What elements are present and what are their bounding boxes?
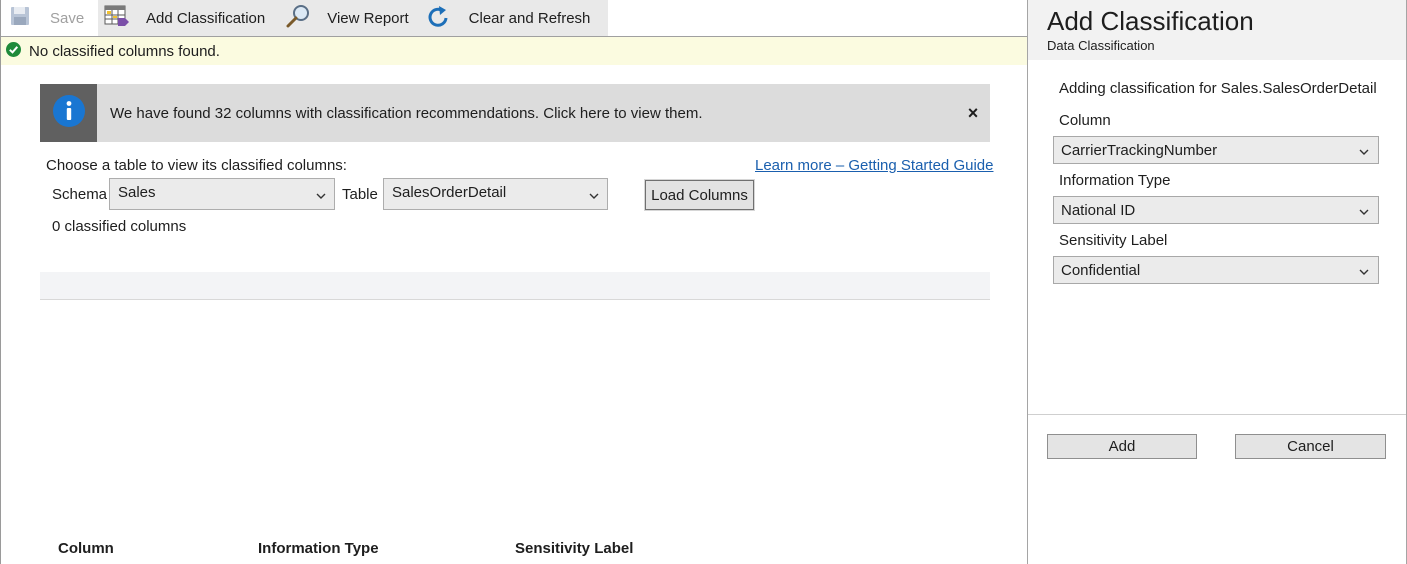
panel-header: Add Classification Data Classification — [1028, 0, 1406, 60]
add-classification-panel: Add Classification Data Classification A… — [1027, 0, 1407, 564]
clear-and-refresh-button[interactable]: Clear and Refresh — [409, 0, 591, 36]
add-button[interactable]: Add — [1047, 434, 1197, 459]
chevron-down-icon — [1359, 263, 1369, 280]
chevron-down-icon — [1359, 203, 1369, 220]
magnifier-icon — [285, 3, 311, 33]
schema-dropdown[interactable]: Sales — [109, 178, 335, 210]
clear-and-refresh-label: Clear and Refresh — [468, 9, 591, 27]
information-type-dropdown[interactable]: National ID — [1053, 196, 1379, 224]
adding-classification-text: Adding classification for Sales.SalesOrd… — [1059, 80, 1377, 97]
load-columns-button[interactable]: Load Columns — [644, 179, 755, 211]
sensitivity-label-label: Sensitivity Label — [1059, 232, 1168, 249]
save-label: Save — [50, 9, 85, 27]
table-value: SalesOrderDetail — [392, 184, 507, 201]
information-type-value: National ID — [1061, 201, 1136, 219]
schema-label: Schema — [52, 186, 108, 203]
view-report-button[interactable]: View Report — [265, 0, 409, 36]
view-report-label: View Report — [327, 9, 409, 27]
classified-columns-count: 0 classified columns — [52, 218, 187, 235]
recommendations-banner[interactable]: We have found 32 columns with classifica… — [40, 84, 990, 142]
add-classification-label: Add Classification — [146, 9, 266, 27]
column-label: Column — [1059, 112, 1111, 129]
table-dropdown[interactable]: SalesOrderDetail — [383, 178, 608, 210]
sensitivity-label-dropdown[interactable]: Confidential — [1053, 256, 1379, 284]
chevron-down-icon — [589, 187, 599, 204]
information-type-header[interactable]: Information Type — [258, 541, 379, 556]
cancel-button[interactable]: Cancel — [1235, 434, 1386, 459]
information-type-label: Information Type — [1059, 172, 1171, 189]
schema-value: Sales — [118, 184, 156, 201]
column-header[interactable]: Column — [58, 541, 114, 556]
info-icon — [52, 95, 85, 131]
panel-divider — [1028, 414, 1406, 415]
refresh-icon — [427, 4, 449, 32]
toolbar: Save Add Classification View Report Clea… — [1, 0, 608, 36]
sensitivity-label-value: Confidential — [1061, 261, 1141, 279]
add-classification-button[interactable]: Add Classification — [98, 0, 265, 36]
learn-more-link[interactable]: Learn more – Getting Started Guide — [755, 157, 993, 174]
panel-subtitle: Data Classification — [1047, 38, 1155, 53]
save-button[interactable]: Save — [1, 0, 98, 36]
classified-columns-grid-header: Column Information Type Sensitivity Labe… — [40, 272, 990, 556]
classification-main-pane: Save Add Classification View Report Clea… — [0, 0, 1028, 564]
panel-title: Add Classification — [1047, 6, 1254, 36]
info-icon-box — [40, 84, 97, 142]
table-tag-icon — [104, 4, 130, 32]
status-message: No classified columns found. — [29, 42, 220, 60]
chevron-down-icon — [1359, 143, 1369, 160]
close-icon[interactable]: × — [961, 103, 985, 124]
table-label: Table — [342, 186, 378, 203]
column-dropdown[interactable]: CarrierTrackingNumber — [1053, 136, 1379, 164]
status-bar: No classified columns found. — [1, 37, 1028, 65]
sensitivity-label-header[interactable]: Sensitivity Label — [515, 541, 633, 556]
floppy-disk-icon — [10, 6, 30, 30]
chevron-down-icon — [316, 187, 326, 204]
recommendations-message[interactable]: We have found 32 columns with classifica… — [110, 105, 961, 122]
check-circle-icon — [6, 41, 21, 61]
column-value: CarrierTrackingNumber — [1061, 141, 1218, 159]
choose-table-prompt: Choose a table to view its classified co… — [46, 157, 347, 174]
